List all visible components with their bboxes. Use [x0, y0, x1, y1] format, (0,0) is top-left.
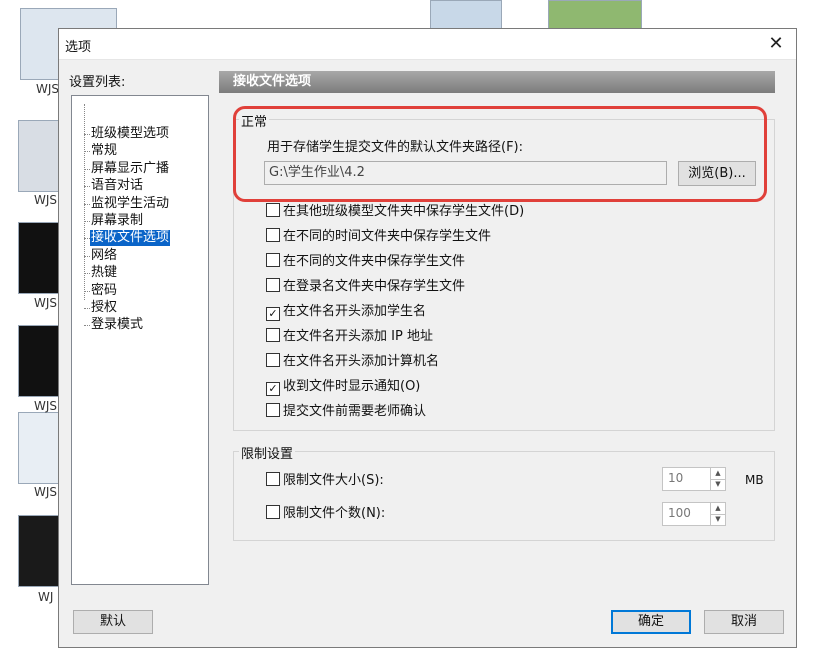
- option-row[interactable]: 在不同的时间文件夹中保存学生文件: [266, 228, 491, 246]
- tree-item[interactable]: 班级模型选项: [90, 126, 170, 142]
- checkbox-icon[interactable]: [266, 253, 280, 267]
- count-spinner[interactable]: 100 ▲ ▼: [662, 502, 726, 526]
- limit-count-label: 限制文件个数(N):: [283, 506, 386, 521]
- limit-count-checkbox[interactable]: [266, 505, 280, 519]
- dialog-title: 选项: [65, 40, 92, 55]
- spin-down-icon[interactable]: ▼: [711, 479, 725, 490]
- tree-item[interactable]: 常规: [90, 143, 118, 159]
- checkbox-icon[interactable]: [266, 278, 280, 292]
- desktop-icon-label: WJS: [36, 82, 60, 96]
- count-value[interactable]: 100: [668, 506, 691, 520]
- option-label: 在文件名开头添加计算机名: [283, 354, 440, 369]
- option-row[interactable]: 在不同的文件夹中保存学生文件: [266, 253, 465, 271]
- option-label: 在其他班级模型文件夹中保存学生文件(D): [283, 204, 525, 219]
- close-icon[interactable]: ✕: [764, 32, 788, 56]
- option-label: 在不同的文件夹中保存学生文件: [283, 254, 466, 269]
- tree-connector: [84, 151, 90, 153]
- tree-item[interactable]: 热键: [90, 265, 118, 281]
- option-row[interactable]: 在文件名开头添加 IP 地址: [266, 328, 433, 346]
- panel-title: 接收文件选项: [219, 71, 775, 93]
- option-label: 在文件名开头添加学生名: [283, 304, 427, 319]
- limit-group-label: 限制设置: [239, 443, 296, 462]
- desktop-thumbnail: [18, 412, 62, 484]
- size-value[interactable]: 10: [668, 471, 683, 485]
- tree-connector: [84, 134, 90, 135]
- desktop-icon-label: WJS: [34, 485, 58, 499]
- desktop-thumbnail: [430, 0, 502, 30]
- tree-connector: [84, 186, 90, 188]
- ok-button[interactable]: 确定: [611, 610, 691, 634]
- settings-tree[interactable]: 班级模型选项 常规屏幕显示广播 语音对话监视学生活动 屏幕录制 接收文件选项 网络 热键密码…: [71, 95, 209, 585]
- option-row[interactable]: ✓ 收到文件时显示通知(O): [266, 378, 420, 396]
- title-bar: 选项 ✕: [59, 29, 796, 60]
- checkbox-icon[interactable]: [266, 328, 280, 342]
- desktop-icon-label: WJS: [34, 399, 58, 413]
- option-label: 收到文件时显示通知(O): [283, 379, 421, 394]
- limit-count-option[interactable]: 限制文件个数(N):: [266, 505, 385, 523]
- default-button[interactable]: 默认: [73, 610, 153, 634]
- spin-down-icon[interactable]: ▼: [711, 514, 725, 525]
- checkbox-icon[interactable]: [266, 228, 280, 242]
- checked-checkbox-icon[interactable]: ✓: [266, 307, 280, 321]
- checkbox-icon[interactable]: [266, 203, 280, 217]
- option-row[interactable]: ✓ 在文件名开头添加学生名: [266, 303, 426, 321]
- checkbox-icon[interactable]: [266, 403, 280, 417]
- limit-size-checkbox[interactable]: [266, 472, 280, 486]
- tree-connector: [84, 290, 90, 292]
- size-spinner[interactable]: 10 ▲ ▼: [662, 467, 726, 491]
- tree-connector: [84, 308, 90, 309]
- limit-size-label: 限制文件大小(S):: [283, 473, 384, 488]
- option-label: 提交文件前需要老师确认: [283, 404, 427, 419]
- tree-item[interactable]: 密码: [90, 283, 118, 299]
- desktop-thumbnail: [18, 515, 62, 587]
- desktop-icon-label: WJS: [34, 193, 58, 207]
- tree-item[interactable]: 授权: [90, 300, 118, 316]
- settings-list-label: 设置列表:: [69, 75, 126, 90]
- cancel-button[interactable]: 取消: [704, 610, 784, 634]
- tree-connector: [84, 238, 90, 240]
- tree-connector: [84, 221, 90, 222]
- tree-item[interactable]: 网络: [90, 248, 118, 264]
- limit-size-option[interactable]: 限制文件大小(S):: [266, 472, 384, 490]
- tree-item[interactable]: 屏幕显示广播: [90, 161, 170, 177]
- desktop-thumbnail: [18, 325, 62, 397]
- desktop-icon-label: WJS: [34, 296, 58, 310]
- tree-connector: [84, 255, 90, 257]
- option-row[interactable]: 在文件名开头添加计算机名: [266, 353, 439, 371]
- option-row[interactable]: 在其他班级模型文件夹中保存学生文件(D): [266, 203, 524, 221]
- tree-item[interactable]: 语音对话: [90, 178, 144, 194]
- tree-item[interactable]: 监视学生活动: [90, 196, 170, 212]
- tree-item[interactable]: 登录模式: [90, 317, 144, 333]
- desktop-icon-label: WJ: [38, 590, 54, 604]
- tree-connector: [84, 325, 90, 327]
- tree-item[interactable]: 接收文件选项: [90, 230, 171, 247]
- tree-connector: [84, 203, 90, 205]
- option-label: 在文件名开头添加 IP 地址: [283, 329, 433, 344]
- checkbox-icon[interactable]: [266, 353, 280, 367]
- tree-connector: [84, 273, 90, 275]
- option-label: 在登录名文件夹中保存学生文件: [283, 279, 466, 294]
- option-label: 在不同的时间文件夹中保存学生文件: [283, 229, 492, 244]
- option-row[interactable]: 提交文件前需要老师确认: [266, 403, 426, 421]
- limit-group: [233, 451, 775, 541]
- options-dialog: 选项 ✕ 设置列表: 班级模型选项 常规 屏幕显示广播 语音对话 监视学生活动 屏幕录制接…: [58, 28, 797, 648]
- option-row[interactable]: 在登录名文件夹中保存学生文件: [266, 278, 465, 296]
- size-spinner-buttons: ▲ ▼: [710, 468, 725, 490]
- size-unit: MB: [745, 473, 764, 487]
- desktop-thumbnail: [18, 120, 62, 192]
- checked-checkbox-icon[interactable]: ✓: [266, 382, 280, 396]
- desktop-thumbnail: [548, 0, 642, 30]
- highlight-annotation: [233, 106, 767, 202]
- count-spinner-buttons: ▲ ▼: [710, 503, 725, 525]
- tree-connector: [84, 168, 90, 170]
- desktop-thumbnail: [18, 222, 62, 294]
- tree-item[interactable]: 屏幕录制: [90, 213, 144, 229]
